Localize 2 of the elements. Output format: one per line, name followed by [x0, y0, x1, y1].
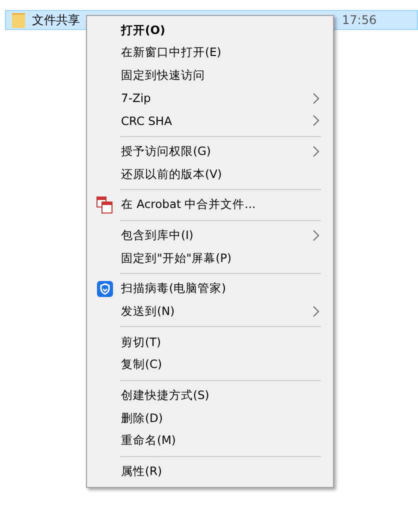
file-time: 17:56: [342, 13, 377, 27]
file-name: 文件共享: [32, 12, 80, 28]
